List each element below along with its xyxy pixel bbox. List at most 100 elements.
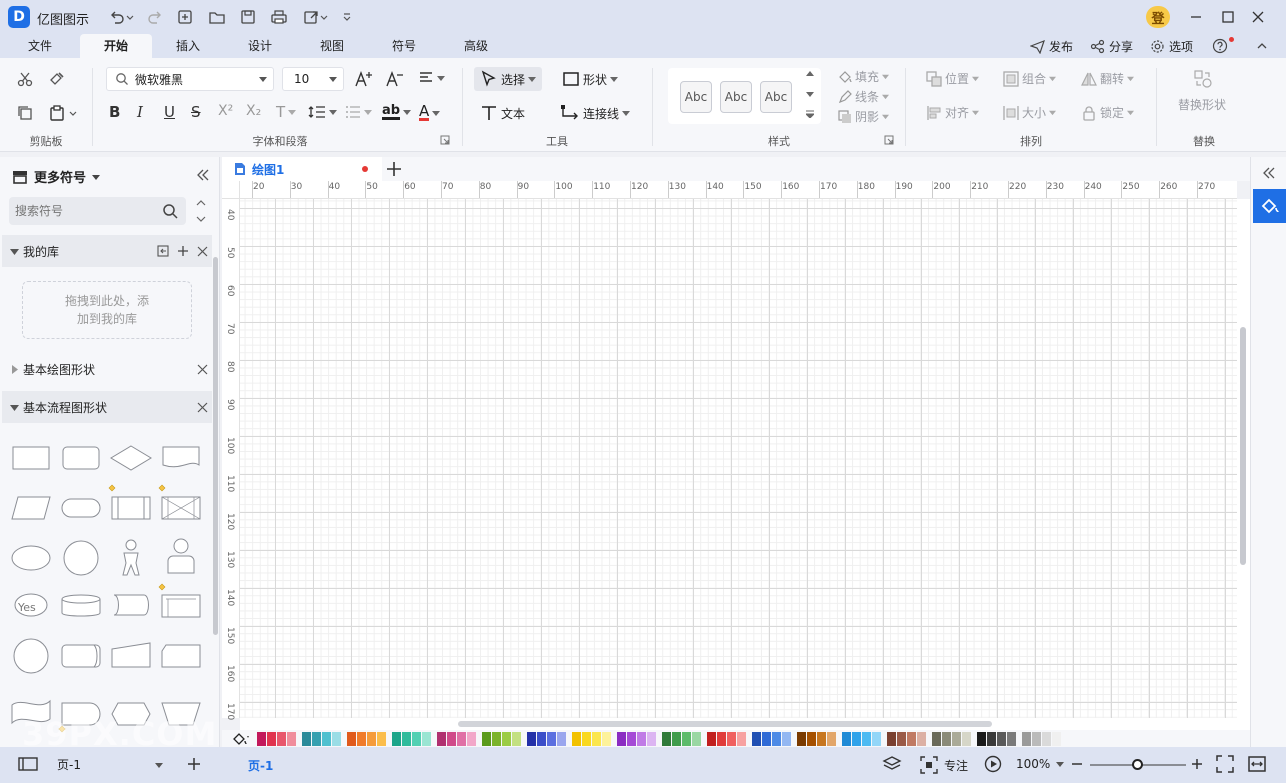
color-swatch[interactable]	[457, 732, 466, 746]
color-swatch[interactable]	[917, 732, 926, 746]
tab-advanced[interactable]: 高级	[456, 34, 496, 58]
open-folder-icon[interactable]	[208, 8, 226, 26]
bold-button[interactable]: B	[109, 103, 120, 121]
color-swatch[interactable]	[602, 732, 611, 746]
style-preset-2[interactable]: Abc	[720, 81, 752, 113]
font-color-button[interactable]: A	[419, 104, 441, 121]
line-button[interactable]: 线条	[838, 88, 890, 105]
font-family-select[interactable]: 微软雅黑	[106, 67, 274, 91]
document-shape[interactable]	[162, 446, 200, 468]
style-preset-1[interactable]: Abc	[680, 81, 712, 113]
data-shape[interactable]	[11, 496, 51, 520]
color-swatch[interactable]	[752, 732, 761, 746]
color-swatch[interactable]	[897, 732, 906, 746]
color-swatch[interactable]	[377, 732, 386, 746]
color-swatch[interactable]	[402, 732, 411, 746]
tab-view[interactable]: 视图	[312, 34, 352, 58]
decrease-font-button[interactable]	[385, 70, 405, 88]
share-button[interactable]: 分享	[1090, 36, 1133, 56]
connector-circle-shape[interactable]	[13, 638, 49, 674]
color-swatch[interactable]	[267, 732, 276, 746]
tab-insert[interactable]: 插入	[168, 34, 208, 58]
paste-button[interactable]	[48, 104, 77, 122]
font-dialog-launcher[interactable]	[440, 135, 450, 145]
italic-button[interactable]: I	[137, 103, 143, 121]
terminator-shape[interactable]	[61, 498, 101, 518]
connector-tool-button[interactable]: 连接线	[560, 104, 631, 122]
select-tool-button[interactable]: 选择	[474, 67, 543, 91]
fill-button[interactable]: 填充	[838, 68, 890, 85]
internal-storage-shape[interactable]	[161, 496, 201, 520]
replace-shape-button[interactable]: 替换形状	[1178, 96, 1226, 113]
horizontal-scrollbar[interactable]	[458, 721, 992, 727]
manual-input-shape[interactable]	[111, 642, 151, 668]
superscript-button[interactable]: X²	[218, 103, 233, 119]
symbol-search-box[interactable]	[9, 197, 186, 225]
text-tool-button[interactable]: 文本	[480, 104, 525, 122]
color-swatch[interactable]	[332, 732, 341, 746]
search-icon[interactable]	[162, 203, 178, 219]
flip-button[interactable]: 翻转	[1081, 70, 1135, 87]
color-swatch[interactable]	[467, 732, 476, 746]
undo-icon[interactable]	[108, 8, 126, 26]
color-swatch[interactable]	[737, 732, 746, 746]
vertical-scrollbar[interactable]	[1240, 327, 1246, 565]
page-select[interactable]: 页-1	[57, 756, 163, 773]
color-swatch[interactable]	[887, 732, 896, 746]
color-swatch[interactable]	[817, 732, 826, 746]
minimize-icon[interactable]	[1186, 8, 1206, 26]
style-preset-3[interactable]: Abc	[760, 81, 792, 113]
color-swatch[interactable]	[842, 732, 851, 746]
basic-shapes-header[interactable]: 基本绘图形状	[2, 353, 212, 385]
tab-home[interactable]: 开始	[80, 34, 152, 58]
zoom-select[interactable]: 100%	[1016, 757, 1065, 771]
decision-shape[interactable]	[110, 445, 152, 471]
process-shape[interactable]	[12, 446, 50, 470]
color-swatch[interactable]	[637, 732, 646, 746]
my-library-drop-zone[interactable]: 拖拽到此处，添 加到我的库	[22, 281, 192, 339]
layers-icon[interactable]	[882, 755, 902, 773]
color-swatch[interactable]	[437, 732, 446, 746]
fit-page-icon[interactable]	[1216, 755, 1234, 773]
replace-shape-icon-button[interactable]	[1194, 70, 1212, 88]
stored-data-shape[interactable]	[113, 594, 149, 616]
text-case-button[interactable]: T	[276, 103, 297, 121]
font-size-select[interactable]: 10	[282, 67, 344, 91]
size-button[interactable]: 大小	[1003, 104, 1057, 121]
help-button[interactable]	[1212, 36, 1234, 56]
lock-button[interactable]: 锁定	[1081, 104, 1135, 121]
circle-shape[interactable]	[63, 540, 99, 576]
style-more[interactable]	[806, 110, 814, 118]
copy-button[interactable]	[16, 104, 34, 122]
color-swatch[interactable]	[1022, 732, 1031, 746]
increase-font-button[interactable]	[354, 70, 374, 88]
color-swatch[interactable]	[962, 732, 971, 746]
flowchart-shapes-header[interactable]: 基本流程图形状	[2, 391, 212, 423]
color-swatch[interactable]	[1052, 732, 1061, 746]
cut-button[interactable]	[16, 70, 34, 88]
export-dropdown-icon[interactable]	[319, 8, 329, 26]
line-spacing-button[interactable]	[308, 104, 337, 120]
color-swatch[interactable]	[672, 732, 681, 746]
close-icon[interactable]	[197, 402, 208, 413]
close-icon[interactable]	[197, 364, 208, 375]
close-icon[interactable]	[197, 246, 208, 257]
color-swatch[interactable]	[527, 732, 536, 746]
fit-width-icon[interactable]	[1248, 755, 1266, 773]
document-tab[interactable]: 绘图1	[222, 157, 382, 181]
add-icon[interactable]	[177, 245, 189, 257]
color-swatch[interactable]	[357, 732, 366, 746]
database-shape[interactable]	[61, 594, 101, 617]
format-panel-button[interactable]	[1253, 189, 1286, 223]
color-swatch[interactable]	[1042, 732, 1051, 746]
predefined-process-shape[interactable]	[111, 496, 151, 520]
search-down-icon[interactable]	[193, 212, 209, 226]
off-page-shape[interactable]	[161, 644, 201, 668]
color-swatch[interactable]	[907, 732, 916, 746]
color-swatch[interactable]	[872, 732, 881, 746]
color-swatch[interactable]	[572, 732, 581, 746]
color-swatch[interactable]	[277, 732, 286, 746]
color-swatch[interactable]	[807, 732, 816, 746]
user-shape[interactable]	[167, 538, 195, 574]
ellipse-shape[interactable]	[11, 545, 51, 571]
